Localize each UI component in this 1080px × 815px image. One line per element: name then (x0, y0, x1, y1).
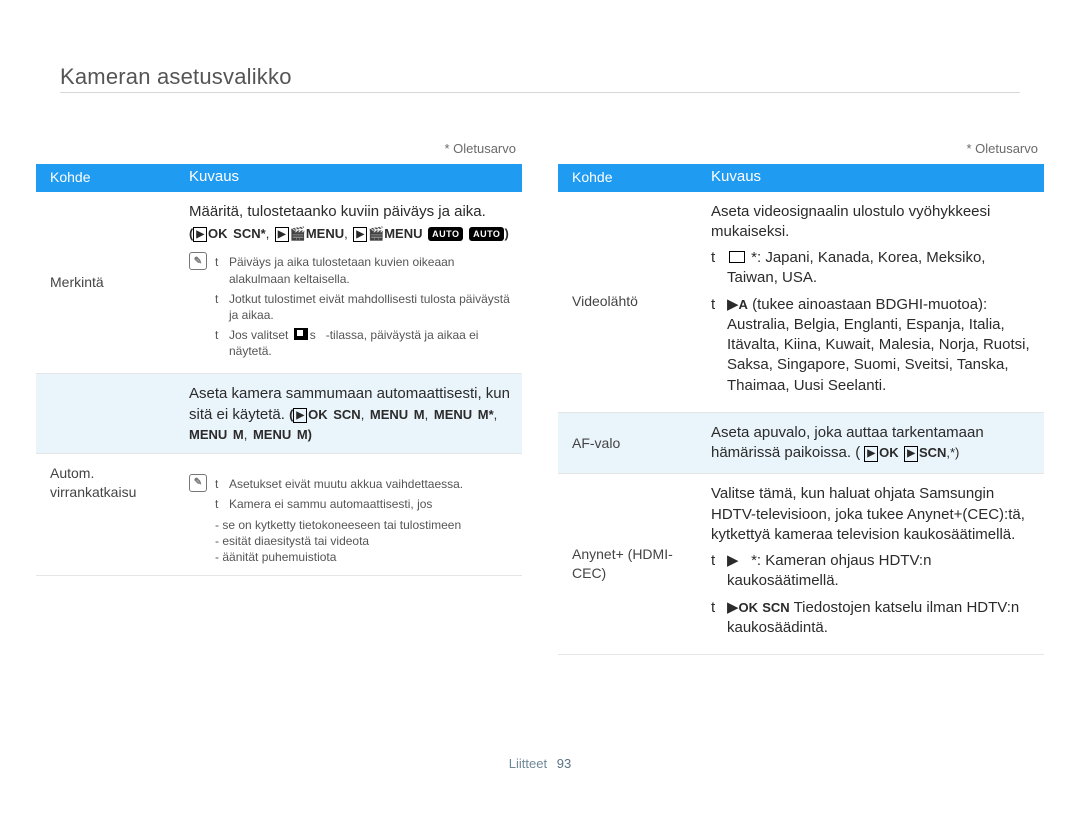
table-row: Merkintä Määritä, tulostetaanko kuviin p… (36, 192, 522, 375)
play-icon: ▶ (904, 446, 918, 462)
row-desc-virrankatkaisu-head: Aseta kamera sammumaan automaattisesti, … (181, 374, 522, 453)
note-list: t Päiväys ja aika tulostetaan kuvien oik… (215, 252, 512, 363)
bullet-icon: t (215, 291, 223, 323)
auto-badge: AUTO (469, 227, 504, 241)
default-note-right: * Oletusarvo (558, 140, 1044, 158)
scene-mode-icon (294, 328, 308, 340)
left-table: Kohde Kuvaus Merkintä Määritä, tulosteta… (36, 164, 522, 577)
bullet-icon: t (711, 248, 721, 289)
bullet-icon: t (215, 496, 223, 512)
dash-item: äänität puhemuistiota (215, 549, 512, 565)
row-desc-afvalo: Aseta apuvalo, joka auttaa tarkentamaan … (703, 413, 1044, 474)
bullet-text: ▶A (tukee ainoastaan BDGHI-muotoa): Aust… (727, 295, 1034, 396)
note-box: ✎ t Asetukset eivät muutu akkua vaihdett… (189, 474, 512, 565)
ntsc-icon (729, 251, 745, 263)
dash-item: se on kytketty tietokoneeseen tai tulost… (215, 517, 512, 533)
header-item: Kohde (36, 164, 181, 191)
videolahto-mainline: Aseta videosignaalin ulostulo vyöhykkees… (711, 202, 1034, 243)
title-rule (60, 92, 1020, 93)
merkinta-mainline: Määritä, tulostetaanko kuviin päiväys ja… (189, 202, 512, 222)
play-icon: ▶ (727, 552, 739, 569)
list-item: t ▶OK SCN Tiedostojen katselu ilman HDTV… (711, 598, 1034, 639)
page-footer: Liitteet 93 (0, 755, 1080, 773)
bullet-text-part: *: Kameran ohjaus HDTV:n kaukosäätimellä… (727, 552, 931, 589)
table-row: Videolähtö Aseta videosignaalin ulostulo… (558, 192, 1044, 413)
header-desc: Kuvaus (181, 163, 522, 191)
play-icon: ▶ (727, 296, 739, 313)
left-column: * Oletusarvo Kohde Kuvaus Merkintä Määri… (36, 140, 522, 655)
row-desc-virrankatkaisu-body: ✎ t Asetukset eivät muutu akkua vaihdett… (181, 454, 522, 575)
table-row: Anynet+ (HDMI-CEC) Valitse tämä, kun hal… (558, 474, 1044, 655)
bullet-text: *: Japani, Kanada, Korea, Meksiko, Taiwa… (727, 248, 1034, 289)
row-label-merkinta: Merkintä (36, 192, 181, 374)
bullet-icon: t (711, 295, 721, 396)
note-box: ✎ t Päiväys ja aika tulostetaan kuvien o… (189, 252, 512, 363)
note-text: Päiväys ja aika tulostetaan kuvien oikea… (229, 254, 512, 286)
bullet-text-part: (tukee ainoastaan BDGHI-muotoa): Austral… (727, 296, 1030, 394)
table-row: AF-valo Aseta apuvalo, joka auttaa tarke… (558, 413, 1044, 475)
bullet-icon: t (215, 254, 223, 286)
table-header: Kohde Kuvaus (36, 164, 522, 192)
right-column: * Oletusarvo Kohde Kuvaus Videolähtö Ase… (558, 140, 1044, 655)
note-text: Jotkut tulostimet eivät mahdollisesti tu… (229, 291, 512, 323)
mode-icons-line: (▶OK SCN*, ▶🎬MENU, ▶🎬MENU AUTO AUTO) (189, 225, 512, 243)
note-icon: ✎ (189, 474, 207, 492)
table-row: Aseta kamera sammumaan automaattisesti, … (36, 374, 522, 454)
header-item: Kohde (558, 164, 703, 191)
two-column-layout: * Oletusarvo Kohde Kuvaus Merkintä Määri… (36, 140, 1044, 655)
note-icon: ✎ (189, 252, 207, 270)
auto-badge: AUTO (428, 227, 463, 241)
row-label-anynet: Anynet+ (HDMI-CEC) (558, 474, 703, 654)
sub-dashes: se on kytketty tietokoneeseen tai tulost… (215, 517, 512, 566)
row-label-virrankatkaisu (36, 374, 181, 453)
row-desc-anynet: Valitse tämä, kun haluat ohjata Samsungi… (703, 474, 1044, 654)
dash-item: esität diaesitystä tai videota (215, 533, 512, 549)
bullet-text: ▶ *: Kameran ohjaus HDTV:n kaukosäätimel… (727, 551, 1034, 592)
list-item: t *: Japani, Kanada, Korea, Meksiko, Tai… (711, 248, 1034, 289)
default-note-left: * Oletusarvo (36, 140, 522, 158)
right-table: Kohde Kuvaus Videolähtö Aseta videosigna… (558, 164, 1044, 656)
page-number: 93 (557, 756, 571, 771)
row-label-afvalo: AF-valo (558, 413, 703, 474)
note-text: Asetukset eivät muutu akkua vaihdettaess… (229, 476, 463, 492)
footer-label: Liitteet (509, 756, 547, 771)
play-icon: ▶ (353, 227, 367, 243)
table-header: Kohde Kuvaus (558, 164, 1044, 192)
page-title: Kameran asetusvalikko (60, 62, 292, 92)
bullet-icon: t (711, 551, 721, 592)
note-text: Jos valitset s -tilassa, päiväystä ja ai… (229, 327, 512, 359)
play-icon: ▶ (193, 227, 207, 243)
afvalo-mainline: Aseta apuvalo, joka auttaa tarkentamaan … (711, 423, 1034, 464)
note-text-part: Jos valitset (229, 328, 288, 342)
bullet-icon: t (711, 598, 721, 639)
bullet-text: ▶OK SCN Tiedostojen katselu ilman HDTV:n… (727, 598, 1034, 639)
bullet-icon: t (215, 476, 223, 492)
row-desc-merkinta: Määritä, tulostetaanko kuviin päiväys ja… (181, 192, 522, 374)
row-label-videolahto: Videolähtö (558, 192, 703, 412)
play-icon: ▶ (727, 599, 739, 616)
play-icon: ▶ (864, 446, 878, 462)
play-icon: ▶ (293, 408, 307, 424)
bullet-icon: t (215, 327, 223, 359)
note-text: Kamera ei sammu automaattisesti, jos (229, 496, 432, 512)
bullet-text-part: *: Japani, Kanada, Korea, Meksiko, Taiwa… (727, 249, 985, 286)
header-desc: Kuvaus (703, 163, 1044, 191)
note-list: t Asetukset eivät muutu akkua vaihdettae… (215, 474, 512, 565)
row-label-virrankatkaisu: Autom. virrankatkaisu (36, 454, 181, 575)
anynet-mainline: Valitse tämä, kun haluat ohjata Samsungi… (711, 484, 1034, 545)
table-row: Autom. virrankatkaisu ✎ t Asetukset eivä… (36, 454, 522, 576)
play-icon: ▶ (275, 227, 289, 243)
list-item: t ▶ *: Kameran ohjaus HDTV:n kaukosäätim… (711, 551, 1034, 592)
list-item: t ▶A (tukee ainoastaan BDGHI-muotoa): Au… (711, 295, 1034, 396)
row-desc-videolahto: Aseta videosignaalin ulostulo vyöhykkees… (703, 192, 1044, 412)
autom-mainline: Aseta kamera sammumaan automaattisesti, … (189, 384, 512, 445)
